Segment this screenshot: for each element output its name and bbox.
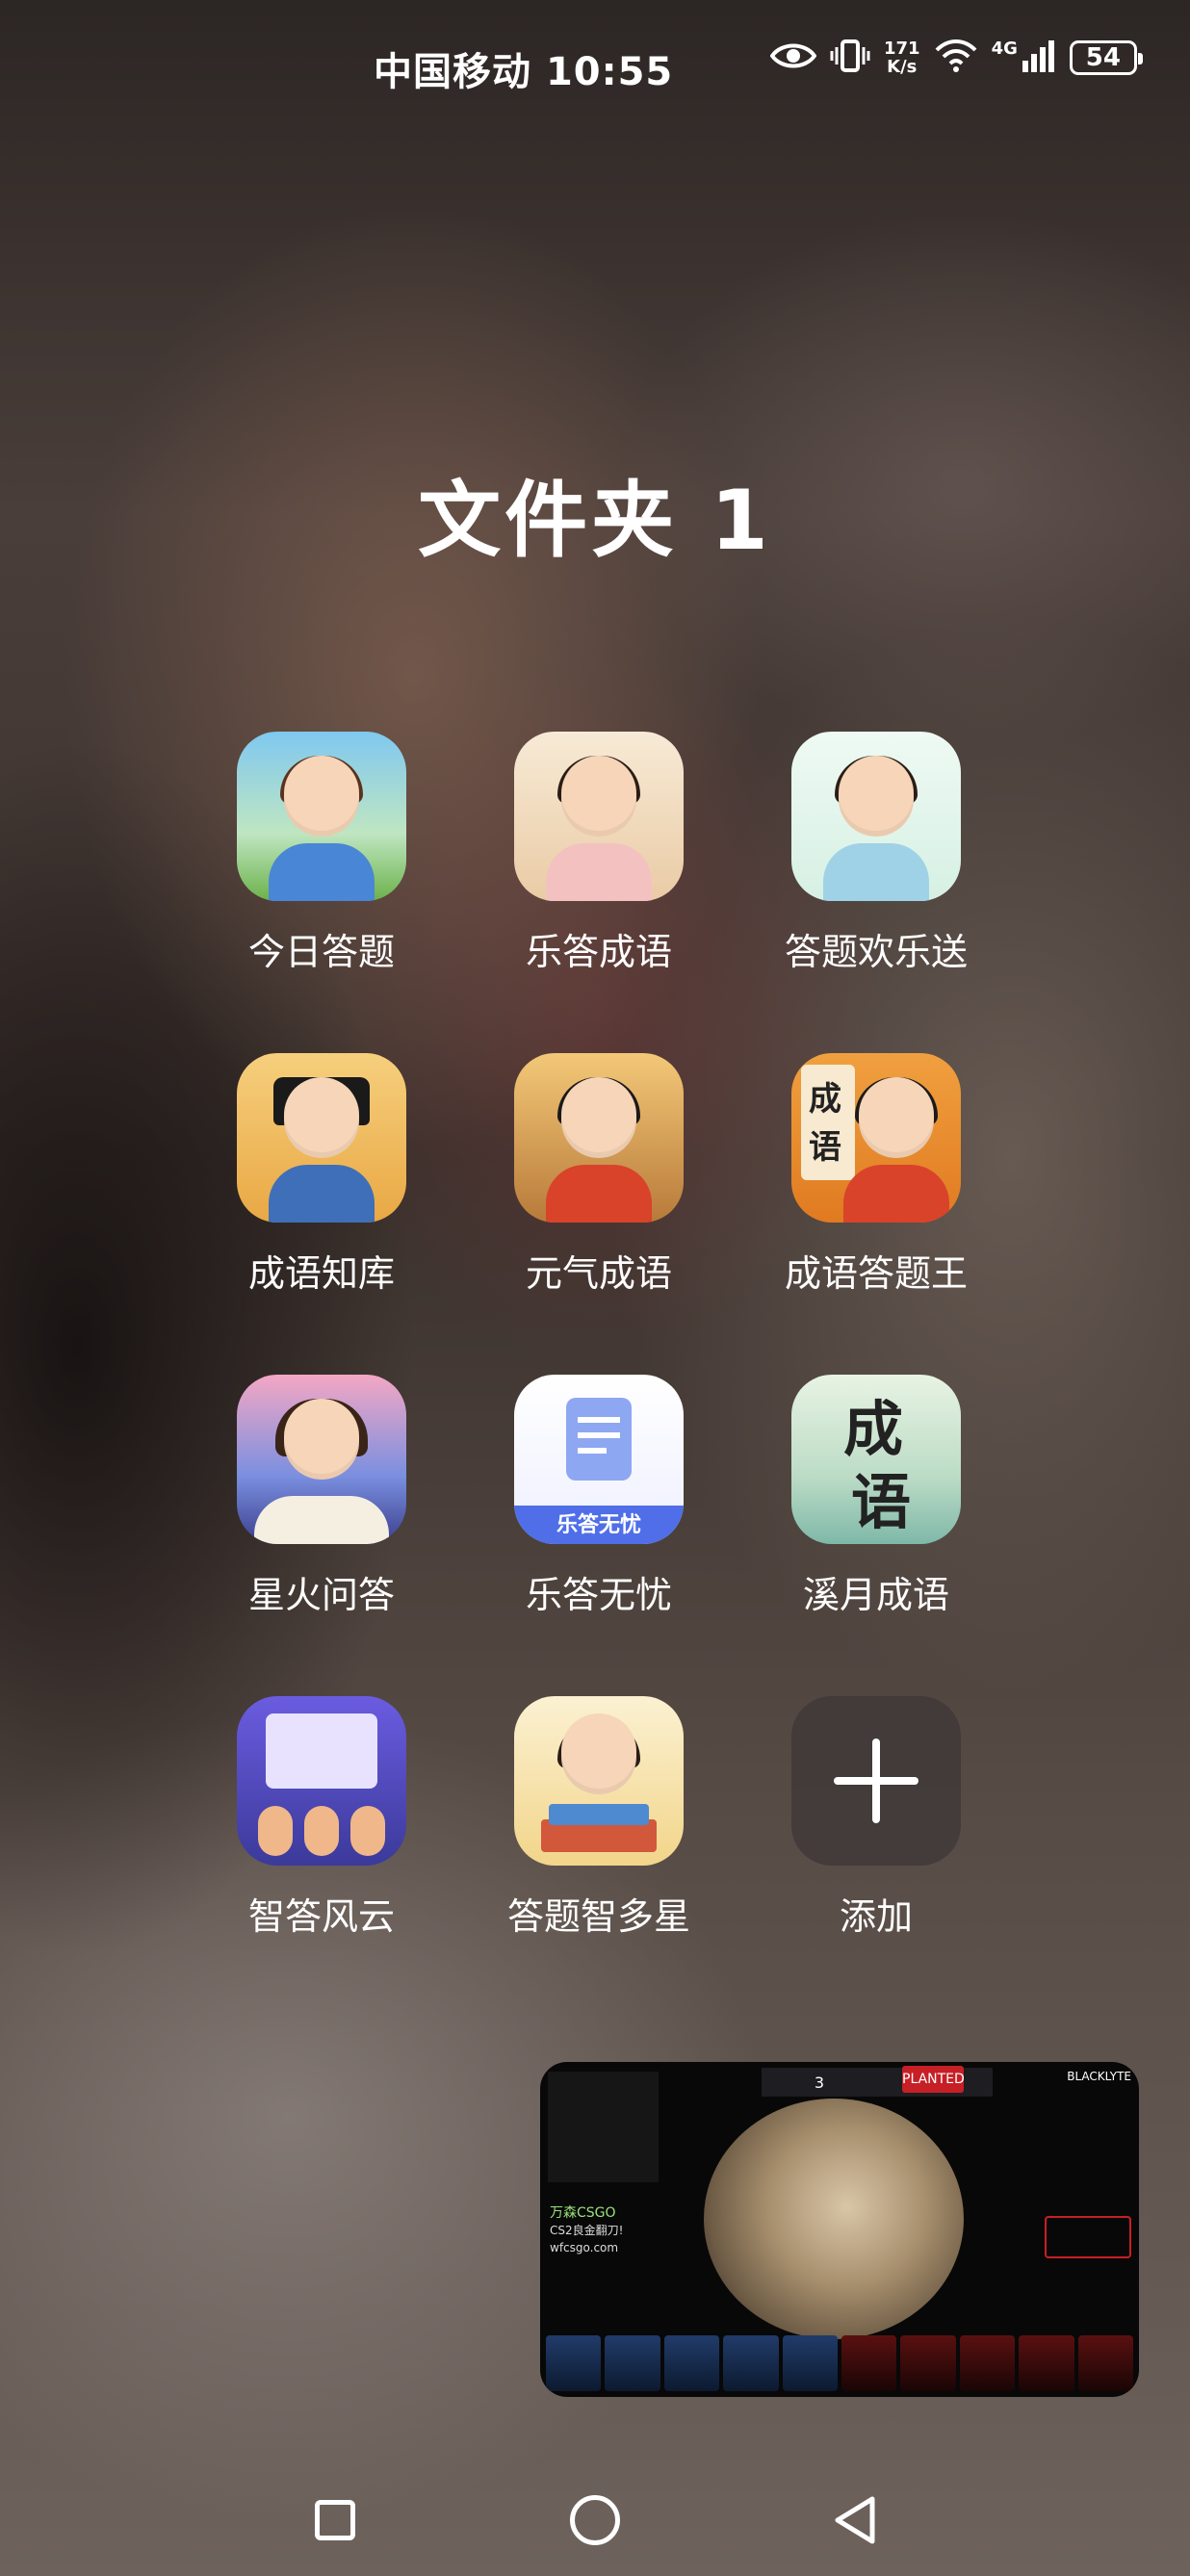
alert-box	[1045, 2216, 1131, 2258]
app-zhida-fengyun[interactable]: 智答风云	[183, 1696, 460, 2018]
app-dati-zhiduoxing[interactable]: 答题智多星	[460, 1696, 737, 2018]
folder-title[interactable]: 文件夹 1	[0, 452, 1190, 573]
round-badge: PLANTED	[902, 2066, 965, 2093]
app-label: 星火问答	[247, 1574, 395, 1616]
app-label: 答题智多星	[506, 1895, 690, 1938]
app-label: 乐答成语	[525, 931, 672, 973]
icon-banner-text: 乐答无忧	[556, 1513, 641, 1537]
plus-icon	[791, 1696, 961, 1866]
app-grid: 今日答题 乐答成语 答题欢乐送 成语知库 元气成语 成 语 成语答题王 星火问答…	[183, 732, 968, 2018]
score-left: 3	[814, 2073, 825, 2092]
app-jinri-dati[interactable]: 今日答题	[183, 732, 460, 1053]
network-type: 4G	[991, 39, 1018, 59]
app-dati-huanlesong[interactable]: 答题欢乐送	[737, 732, 1015, 1053]
carrier-name: 中国移动	[374, 50, 531, 94]
navigation-bar	[0, 2464, 1190, 2576]
signal-icon	[1022, 39, 1056, 76]
app-icon-leda-chengyu	[514, 732, 684, 901]
team-right-label: BLACKLYTE	[1067, 2070, 1131, 2083]
back-button[interactable]	[821, 2486, 889, 2554]
app-label: 乐答无忧	[525, 1574, 672, 1616]
player-cam	[959, 2335, 1016, 2391]
home-button[interactable]	[561, 2486, 629, 2554]
app-leda-wuyou[interactable]: 乐答无忧 乐答无忧	[460, 1375, 737, 1696]
player-cam	[1019, 2335, 1074, 2391]
player-cam	[841, 2335, 897, 2391]
add-app-button[interactable]: 添加	[737, 1696, 1015, 2018]
player-cam	[546, 2335, 602, 2391]
app-label: 成语知库	[247, 1252, 395, 1295]
battery-icon: 54	[1069, 40, 1143, 75]
app-chengyu-zhiku[interactable]: 成语知库	[183, 1053, 460, 1375]
net-speed: 171 K/s	[884, 39, 920, 76]
icon-glyph: 语	[809, 1128, 841, 1167]
status-bar: 中国移动 10:55 171 K/s 4G 54	[0, 0, 1190, 135]
brand-line-3: wfcsgo.com	[550, 2241, 619, 2254]
player-cam	[723, 2335, 779, 2391]
recents-button[interactable]	[301, 2486, 369, 2554]
triangle-back-icon	[835, 2496, 875, 2544]
app-icon-xiyue-chengyu: 成 语	[791, 1375, 961, 1544]
add-label: 添加	[839, 1895, 913, 1938]
icon-glyph: 语	[851, 1467, 912, 1537]
player-cam	[900, 2335, 956, 2391]
player-cam	[1077, 2335, 1134, 2391]
app-icon-dati-huanlesong	[791, 732, 961, 901]
app-label: 成语答题王	[784, 1252, 968, 1295]
app-icon-dati-zhiduoxing	[514, 1696, 684, 1866]
clock: 10:55	[545, 50, 674, 94]
app-icon-yuanqi-chengyu	[514, 1053, 684, 1223]
app-icon-chengyu-datiwang: 成 语	[791, 1053, 961, 1223]
scope-view	[704, 2099, 964, 2339]
app-xiyue-chengyu[interactable]: 成 语 溪月成语	[737, 1375, 1015, 1696]
app-label: 溪月成语	[802, 1574, 949, 1616]
stream-brand: 万森CSGO CS2良金翻刀! wfcsgo.com	[550, 2204, 623, 2256]
player-cam	[663, 2335, 720, 2391]
app-yuanqi-chengyu[interactable]: 元气成语	[460, 1053, 737, 1375]
app-icon-jinri-dati	[237, 732, 406, 901]
wifi-icon	[934, 39, 978, 77]
brand-line-1: 万森CSGO	[550, 2205, 616, 2221]
brand-line-2: CS2良金翻刀!	[550, 2224, 624, 2237]
battery-level: 54	[1085, 43, 1121, 72]
app-xinghuo-wenda[interactable]: 星火问答	[183, 1375, 460, 1696]
app-label: 智答风云	[247, 1895, 395, 1938]
icon-glyph: 成	[809, 1080, 841, 1119]
app-icon-chengyu-zhiku	[237, 1053, 406, 1223]
app-leda-chengyu[interactable]: 乐答成语	[460, 732, 737, 1053]
vibrate-icon	[830, 39, 870, 77]
app-icon-xinghuo-wenda	[237, 1375, 406, 1544]
app-label: 答题欢乐送	[784, 931, 968, 973]
net-speed-unit: K/s	[887, 57, 918, 77]
minimap	[548, 2072, 659, 2182]
app-icon-leda-wuyou: 乐答无忧	[514, 1375, 684, 1544]
app-label: 今日答题	[247, 931, 395, 973]
square-icon	[315, 2500, 355, 2540]
carrier-time: 中国移动 10:55	[374, 40, 673, 96]
app-chengyu-datiwang[interactable]: 成 语 成语答题王	[737, 1053, 1015, 1375]
status-icons: 171 K/s 4G 54	[769, 39, 1143, 77]
net-speed-value: 171	[884, 39, 920, 59]
player-cam	[605, 2335, 660, 2391]
app-label: 元气成语	[525, 1252, 672, 1295]
video-pip-window[interactable]: 3 6 PLANTED BLACKLYTE 万森CSGO CS2良金翻刀! wf…	[540, 2062, 1139, 2397]
circle-icon	[570, 2495, 620, 2545]
app-icon-zhida-fengyun	[237, 1696, 406, 1866]
player-cam	[782, 2335, 839, 2391]
player-cams	[540, 2330, 1139, 2397]
eye-icon	[769, 40, 817, 75]
